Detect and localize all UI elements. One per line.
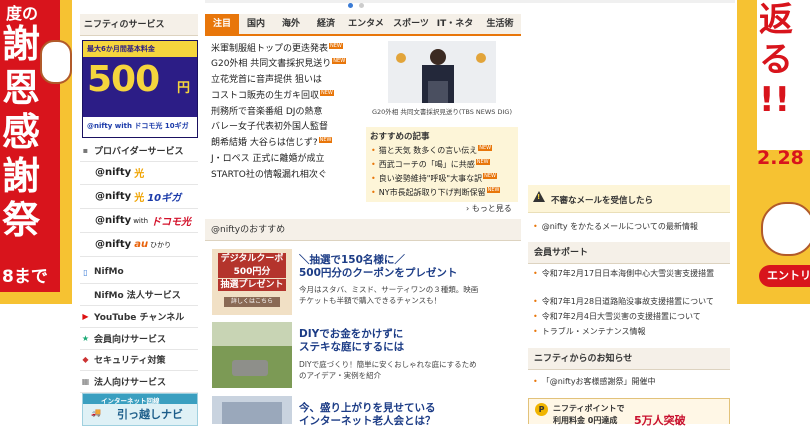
banner-brand: @nifty with ドコモ光 10ギガ [87,122,189,130]
news-headline[interactable]: STARTO社の情報漏れ相次ぐ [211,169,327,181]
new-badge: NEW [329,43,343,49]
square-bullet-icon: ▪ [82,145,89,155]
tab-domestic[interactable]: 国内 [241,14,271,34]
news-headline[interactable]: バレー女子代表初外国人監督 [211,121,328,133]
coupon-title[interactable]: ＼抽選で150名様に／ 500円分のクーポンをプレゼント [299,254,457,280]
tab-economy[interactable]: 経済 [308,14,344,34]
recommend-item[interactable]: • 良い姿勢維持"呼吸"大事な訳 NEW [371,173,497,184]
left-ad-text-2: 謝恩感謝祭 [2,21,41,242]
nifty-hikari-10giga-link[interactable]: @nifty 光 10ギガ [80,185,198,209]
sheep-mascot-icon [40,40,72,84]
sheep-mascot-icon [761,202,810,256]
more-link[interactable]: › もっと見る [466,203,512,214]
news-photo[interactable] [388,41,496,103]
docomo-hikari-banner[interactable]: 最大6か月間基本料金 500 円 @nifty with ドコモ光 10ギガ [82,40,198,138]
nifmo-business-link[interactable]: NifMo 法人サービス [80,283,198,306]
nifty-docomo-hikari-link[interactable]: @nifty with ドコモ光 [80,209,198,233]
news-headline[interactable]: 立花党首に音声提供 狙いは [211,74,322,86]
carousel-dot-active[interactable] [348,3,353,8]
tab-sports[interactable]: スポーツ [390,14,432,34]
notice-link[interactable]: • 「@niftyお客様感謝祭」開催中 [533,376,656,388]
support-link[interactable]: • 令和7年2月4日大雪災害の支援措置について [533,311,701,323]
new-badge: NEW [320,90,334,96]
photo-caption[interactable]: G20外相 共同文書採択見送り(TBS NEWS DIG) [366,108,518,116]
carousel-dot[interactable] [359,3,364,8]
news-headline[interactable]: 朗希結婚 大谷らは信じず? NEW [211,137,333,149]
news-headline[interactable]: 刑務所で音楽番組 DJの熱意 [211,106,322,118]
recommend-item[interactable]: • 猫と天気 数多くの言い伝え NEW [371,145,493,156]
nifmo-link[interactable]: ▯ NifMo [80,261,198,284]
provider-services-link[interactable]: ▪ プロバイダーサービス [80,139,198,162]
moving-navi-banner[interactable]: インターネット回線 🚚 引っ越しナビ [82,393,198,426]
tab-international[interactable]: 海外 [274,14,308,34]
recommend-item[interactable]: • 西武コーチの「喝」に共感 NEW [371,159,490,170]
security-link[interactable]: ◆ セキュリティ対策 [80,348,198,371]
right-ad-text: 返る!! [759,0,793,120]
youtube-icon: ▶ [82,311,89,321]
coupon-thumbnail[interactable]: デジタルクーポン 500円分 抽選プレゼント 詳しくはこちら [212,249,292,315]
phone-icon: ▯ [83,267,88,277]
phishing-info-link[interactable]: • @nifty をかたるメールについての最新情報 [533,221,698,233]
coupon-description: 今月はスタバ、ミスド、サーティワンの３種類。映画 チケットも半額で購入できるチャン… [299,285,479,305]
support-link[interactable]: • 令和7年2月17日日本海側中心大雪災害支援措置 [533,268,723,280]
truck-icon: 🚚 [91,408,101,417]
recommend-item[interactable]: • NY市長起訴取り下げ判断保留 NEW [371,187,501,198]
internet-club-title[interactable]: 今、盛り上がりを見せている インターネット老人会とは？ [299,402,436,428]
shield-icon: ◆ [82,354,89,364]
left-ad-until: 8まで [2,267,48,287]
services-header: ニフティのサービス [80,14,198,36]
tab-lifestyle[interactable]: 生活術 [479,14,521,34]
member-services-link[interactable]: ★ 会員向けサービス [80,327,198,350]
warning-title: 不審なメールを受信したら [551,196,654,206]
tab-entertainment[interactable]: エンタメ [344,14,388,34]
banner-top-line: 最大6か月間基本料金 [87,45,155,53]
recommend-title: おすすめの記事 [370,132,430,142]
featured-header: @niftyのおすすめ [205,219,521,241]
support-link[interactable]: • トラブル・メンテナンス情報 [533,326,646,338]
tab-featured[interactable]: 注目 [205,14,239,34]
youtube-channel-link[interactable]: ▶ YouTube チャンネル [80,305,198,328]
points-banner[interactable]: P ニフティポイントで 利用料金 0円達成 5万人突破 [528,398,730,427]
nifty-au-hikari-link[interactable]: @nifty au ひかり [80,233,198,257]
news-headline[interactable]: G20外相 共同文書採択見送り NEW [211,58,347,70]
building-icon: ▦ [81,376,90,386]
garden-description: DIYで庭づくり！簡単に安くおしゃれな庭にするため のアイデア・実例を紹介 [299,360,477,380]
banner-unit: 円 [177,81,191,96]
entry-button[interactable]: エントリ [759,265,810,287]
business-services-link[interactable]: ▦ 法人向けサービス [80,370,198,393]
new-badge: NEW [318,137,333,143]
garden-title[interactable]: DIYでお金をかけずに ステキな庭にするには [299,328,404,354]
star-icon: ★ [81,333,90,343]
news-headline[interactable]: J・ロペス 正式に離婚が成立 [211,153,325,165]
internet-club-thumbnail[interactable] [212,396,292,424]
notice-header: ニフティからのお知らせ [528,348,730,370]
support-link[interactable]: • 令和7年1月28日道路陥没事故支援措置について [533,296,714,308]
tab-it[interactable]: IT・ネタ [434,14,476,34]
banner-price: 500 [87,59,160,100]
nifty-hikari-link[interactable]: @nifty 光 [80,161,198,185]
right-ad-date: 2.28 [757,147,804,169]
news-headline[interactable]: コストコ販売の生ガキ回収 NEW [211,90,334,102]
right-side-ad[interactable]: 返る!! 2.28 エントリ [737,0,810,304]
points-icon: P [535,403,548,416]
new-badge: NEW [332,58,347,64]
left-side-ad[interactable]: 度の 謝恩感謝祭 8まで [0,0,72,304]
support-header: 会員サポート [528,242,730,264]
garden-thumbnail[interactable] [212,322,292,388]
news-headline[interactable]: 米軍制服組トップの更迭発表 NEW [211,43,343,55]
